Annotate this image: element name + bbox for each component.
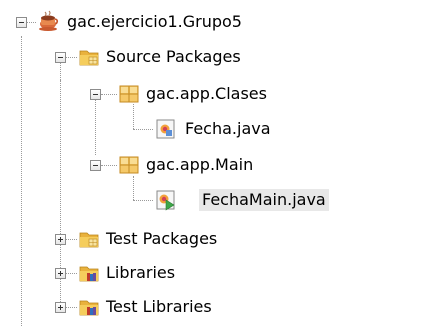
- tree-node-source-packages[interactable]: Source Packages: [103, 46, 244, 68]
- tree-connector: [95, 99, 96, 155]
- tree-node-project[interactable]: gac.ejercicio1.Grupo5: [64, 11, 245, 33]
- tree-connector: [133, 104, 134, 129]
- expand-toggle-test-packages[interactable]: [55, 234, 66, 245]
- tree-connector: [65, 307, 77, 308]
- tree-node-fecha-java[interactable]: Fecha.java: [182, 118, 274, 140]
- tree-connector: [133, 176, 134, 200]
- tree-connector: [133, 200, 153, 201]
- package-icon: [119, 156, 139, 174]
- project-tree: gac.ejercicio1.Grupo5 Source Packages ga…: [0, 0, 422, 333]
- collapse-toggle-package-clases[interactable]: [90, 89, 101, 100]
- tree-node-package-main[interactable]: gac.app.Main: [143, 154, 256, 176]
- test-packages-folder-icon: [79, 232, 99, 248]
- source-packages-folder-icon: [79, 50, 99, 66]
- expand-toggle-test-libraries[interactable]: [55, 302, 66, 313]
- test-libraries-folder-icon: [79, 300, 99, 316]
- java-main-class-icon: [156, 190, 175, 211]
- tree-connector: [65, 239, 77, 240]
- tree-connector: [21, 36, 22, 326]
- java-class-icon: [156, 119, 175, 139]
- tree-connector: [65, 57, 77, 58]
- tree-node-fechamain-java[interactable]: FechaMain.java: [199, 189, 329, 211]
- tree-connector: [27, 22, 36, 23]
- expand-toggle-libraries[interactable]: [55, 268, 66, 279]
- collapse-toggle-project[interactable]: [16, 17, 27, 28]
- tree-node-test-packages[interactable]: Test Packages: [103, 228, 220, 250]
- tree-node-libraries[interactable]: Libraries: [103, 262, 178, 284]
- tree-connector: [101, 94, 117, 95]
- tree-connector: [133, 129, 153, 130]
- tree-node-package-clases[interactable]: gac.app.Clases: [143, 83, 270, 105]
- collapse-toggle-package-main[interactable]: [90, 160, 101, 171]
- tree-node-test-libraries[interactable]: Test Libraries: [103, 296, 215, 318]
- collapse-toggle-source-packages[interactable]: [55, 52, 66, 63]
- coffee-cup-project-icon: [39, 10, 59, 31]
- package-icon: [119, 85, 139, 103]
- tree-connector: [65, 273, 77, 274]
- tree-connector: [101, 165, 117, 166]
- libraries-folder-icon: [79, 266, 99, 282]
